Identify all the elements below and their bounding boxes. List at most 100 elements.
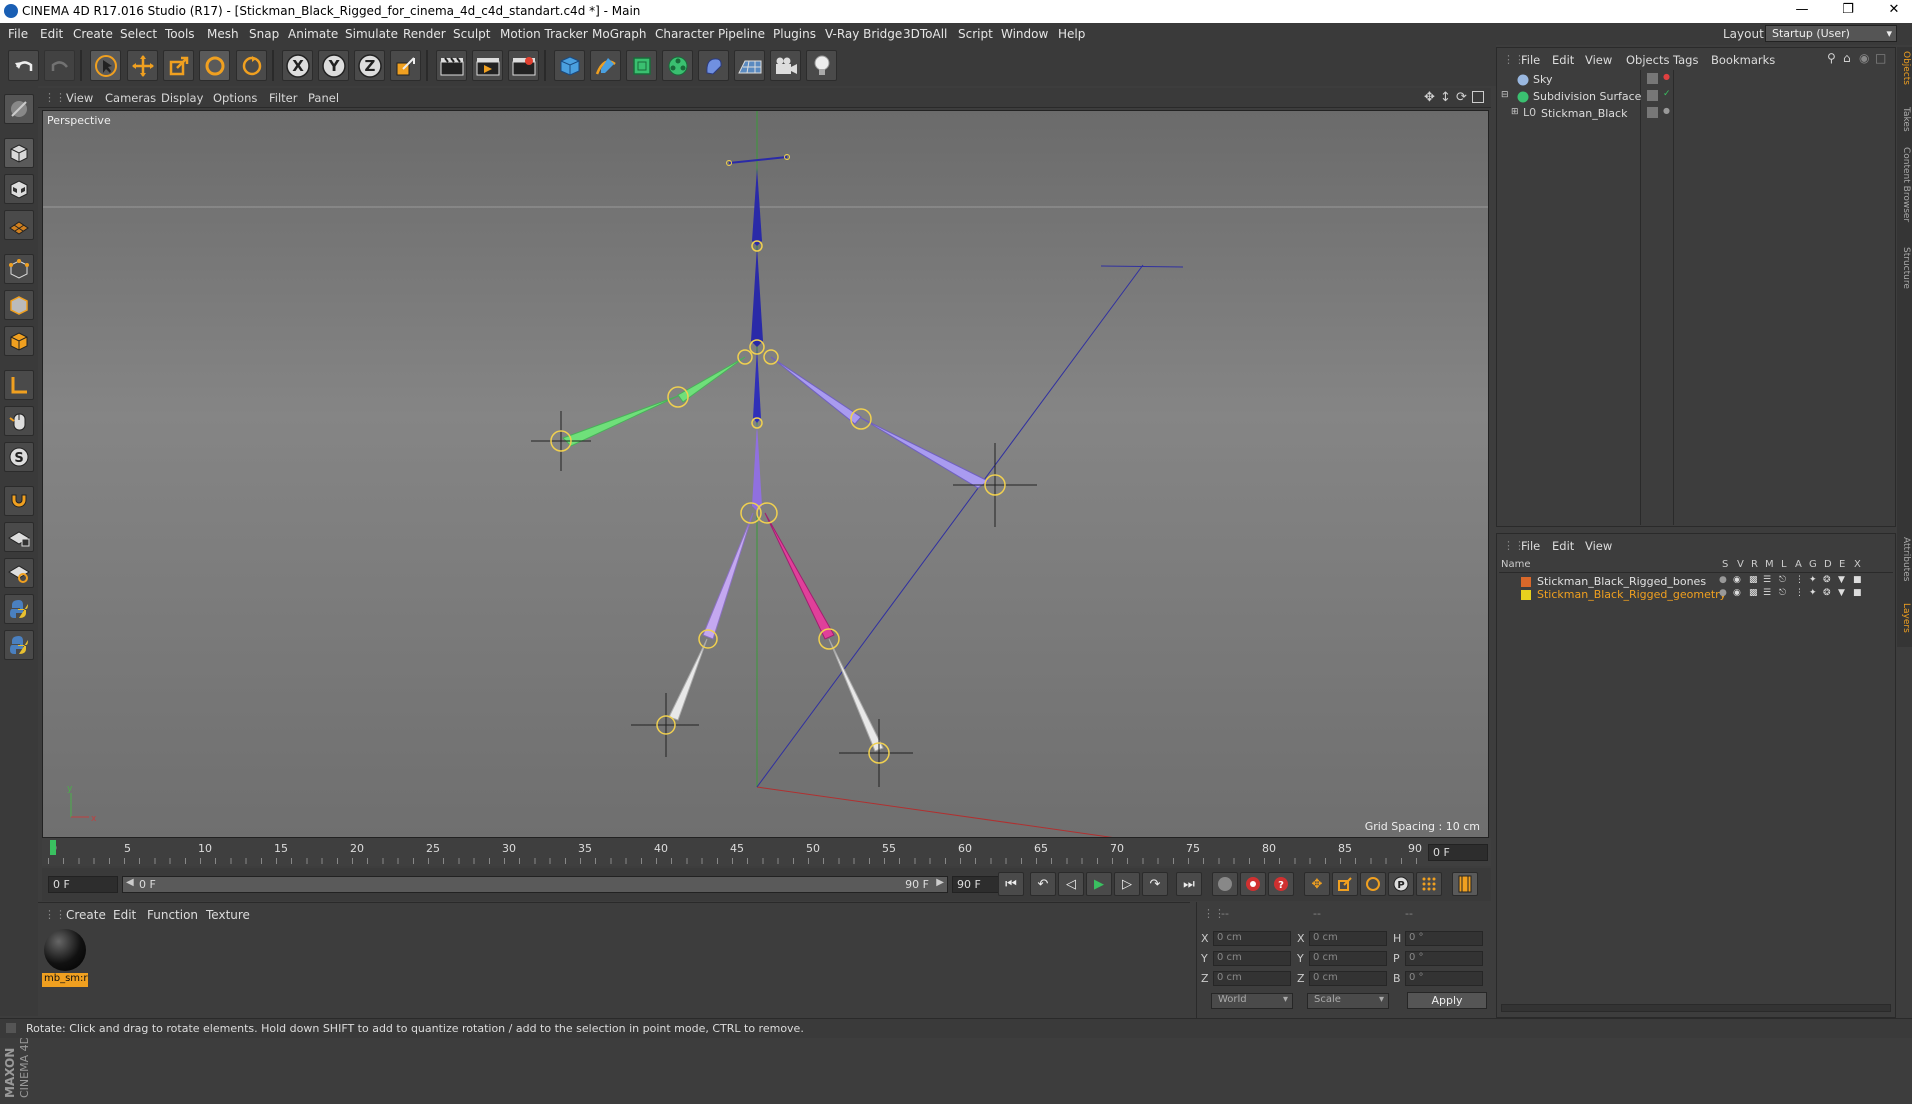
menu-create[interactable]: Create (73, 27, 113, 41)
expression-icon[interactable]: ▼ (1838, 588, 1845, 598)
menu-3dtoall[interactable]: 3DToAll (903, 27, 947, 41)
layer-flag-xref[interactable]: X (1854, 559, 1861, 570)
menu-render[interactable]: Render (403, 27, 446, 41)
xref-icon[interactable]: ■ (1853, 575, 1862, 585)
layer-flag-animation[interactable]: A (1795, 559, 1802, 570)
python-script-button[interactable] (4, 594, 34, 624)
drag-handle-icon[interactable]: ⋮⋮ (44, 91, 66, 104)
home-icon[interactable]: ⌂ (1843, 51, 1851, 65)
side-tab-structure[interactable]: Structure (1898, 247, 1911, 289)
menu-window[interactable]: Window (1001, 27, 1048, 41)
material-menu-edit[interactable]: Edit (113, 908, 136, 922)
menu-tools[interactable]: Tools (165, 27, 195, 41)
layer-flag-view[interactable]: V (1737, 559, 1744, 570)
add-deformer-button[interactable] (698, 50, 729, 81)
side-tab-content-browser[interactable]: Content Browser (1898, 147, 1911, 222)
material-menu-texture[interactable]: Texture (206, 908, 250, 922)
layer-menu-file[interactable]: File (1521, 539, 1540, 553)
menu-file[interactable]: File (8, 27, 28, 41)
object-menu-bookmarks[interactable]: Bookmarks (1711, 53, 1775, 67)
add-spline-button[interactable] (590, 50, 621, 81)
key-position-button[interactable]: ✥ (1304, 872, 1330, 896)
material-menu-create[interactable]: Create (66, 908, 106, 922)
add-environment-button[interactable] (734, 50, 765, 81)
layer-row-geometry[interactable]: Stickman_Black_Rigged_geometry ● ◉ ▩ ☰ ⎋… (1501, 588, 1891, 603)
object-menu-file[interactable]: File (1521, 53, 1540, 67)
texture-mode-button[interactable] (4, 174, 34, 204)
back-icon[interactable]: ◉ (1859, 51, 1869, 65)
menu-select[interactable]: Select (120, 27, 157, 41)
menu-snap[interactable]: Snap (249, 27, 279, 41)
render-icon[interactable]: ▩ (1749, 588, 1758, 598)
add-camera-button[interactable] (770, 50, 801, 81)
solo-dot-icon[interactable]: ● (1719, 575, 1727, 585)
workplane-lock-button[interactable] (4, 522, 34, 552)
sculpt-mode-button[interactable]: S (4, 442, 34, 472)
object-row-stickman-black[interactable]: ⊞ L0 Stickman_Black ● (1501, 106, 1891, 123)
visibility-toggle-icon[interactable] (1647, 90, 1658, 101)
current-frame-field[interactable]: 0 F (1428, 844, 1488, 861)
layer-color-swatch[interactable] (1521, 590, 1531, 600)
visibility-toggle-icon[interactable] (1647, 73, 1658, 84)
layer-flag-render[interactable]: R (1751, 559, 1758, 570)
menu-edit[interactable]: Edit (40, 27, 63, 41)
viewport-maximize-icon[interactable] (1472, 91, 1484, 103)
y-axis-button[interactable]: Y (318, 50, 349, 81)
add-cube-button[interactable] (554, 50, 585, 81)
axis-mode-button[interactable] (4, 370, 34, 400)
pos-z-field[interactable]: 0 cm (1213, 971, 1291, 986)
viewport-menu-options[interactable]: Options (213, 91, 257, 105)
start-frame-field[interactable]: 0 F (48, 876, 118, 893)
frame-range-slider[interactable]: ◀ 0 F 90 F ▶ (122, 876, 948, 893)
menu-character[interactable]: Character (655, 27, 714, 41)
layer-flag-locked[interactable]: L (1781, 559, 1787, 570)
menu-simulate[interactable]: Simulate (345, 27, 398, 41)
render-dot-icon[interactable]: ● (1663, 106, 1670, 115)
tweak-mode-button[interactable] (4, 406, 34, 436)
size-z-field[interactable]: 0 cm (1309, 971, 1387, 986)
restore-button[interactable]: ❐ (1833, 2, 1863, 20)
deformer-icon[interactable]: ❂ (1823, 575, 1831, 585)
menu-pipeline[interactable]: Pipeline (718, 27, 765, 41)
go-to-end-button[interactable]: ⏭ (1176, 872, 1202, 896)
scale-tool-button[interactable] (163, 50, 194, 81)
layer-menu-view[interactable]: View (1585, 539, 1612, 553)
layer-color-swatch[interactable] (1521, 577, 1531, 587)
lock-icon[interactable]: ⎋ (1779, 575, 1786, 585)
menu-script[interactable]: Script (958, 27, 993, 41)
viewport-menu-cameras[interactable]: Cameras (105, 91, 156, 105)
workplane-button[interactable] (4, 210, 34, 240)
eye-icon[interactable]: ◉ (1733, 575, 1741, 585)
object-menu-tags[interactable]: Tags (1673, 53, 1698, 67)
side-tab-layers[interactable]: Layers (1898, 603, 1911, 633)
expression-icon[interactable]: ▼ (1838, 575, 1845, 585)
enabled-check-icon[interactable]: ✓ (1663, 89, 1671, 99)
generator-icon[interactable]: ✦ (1809, 588, 1817, 598)
layer-menu-edit[interactable]: Edit (1552, 539, 1574, 553)
object-row-sky[interactable]: Sky ● (1501, 72, 1891, 89)
xref-icon[interactable]: ■ (1853, 588, 1862, 598)
coordinate-space-select[interactable]: World ▾ (1211, 993, 1293, 1009)
redo-button[interactable] (44, 50, 75, 81)
layout-select[interactable]: Startup (User) ▾ (1765, 25, 1897, 42)
add-generator-button[interactable] (626, 50, 657, 81)
viewport-menu-panel[interactable]: Panel (308, 91, 339, 105)
previous-frame-button[interactable]: ◁ (1058, 872, 1084, 896)
previous-key-button[interactable]: ↶ (1030, 872, 1056, 896)
add-mograph-button[interactable] (662, 50, 693, 81)
timeline-ruler[interactable]: 0 5 10 15 20 25 30 35 40 45 50 55 60 65 … (42, 838, 1491, 866)
expand-icon[interactable]: ⊞ (1511, 107, 1519, 117)
manager-icon[interactable]: ☰ (1763, 588, 1771, 598)
viewport-menu-view[interactable]: View (66, 91, 93, 105)
object-menu-edit[interactable]: Edit (1552, 53, 1574, 67)
deformer-icon[interactable]: ❂ (1823, 588, 1831, 598)
size-y-field[interactable]: 0 cm (1309, 951, 1387, 966)
viewport-rotate-icon[interactable]: ⟳ (1456, 90, 1467, 105)
model-mode-button[interactable] (4, 138, 34, 168)
object-row-subdivision-surface[interactable]: ⊟ Subdivision Surface ✓ (1501, 89, 1891, 106)
manager-icon[interactable]: ☰ (1763, 575, 1771, 585)
key-pla-button[interactable] (1416, 872, 1442, 896)
menu-help[interactable]: Help (1058, 27, 1085, 41)
rot-p-field[interactable]: 0 ° (1405, 951, 1483, 966)
drag-handle-icon[interactable]: ⋮⋮ (44, 908, 66, 921)
